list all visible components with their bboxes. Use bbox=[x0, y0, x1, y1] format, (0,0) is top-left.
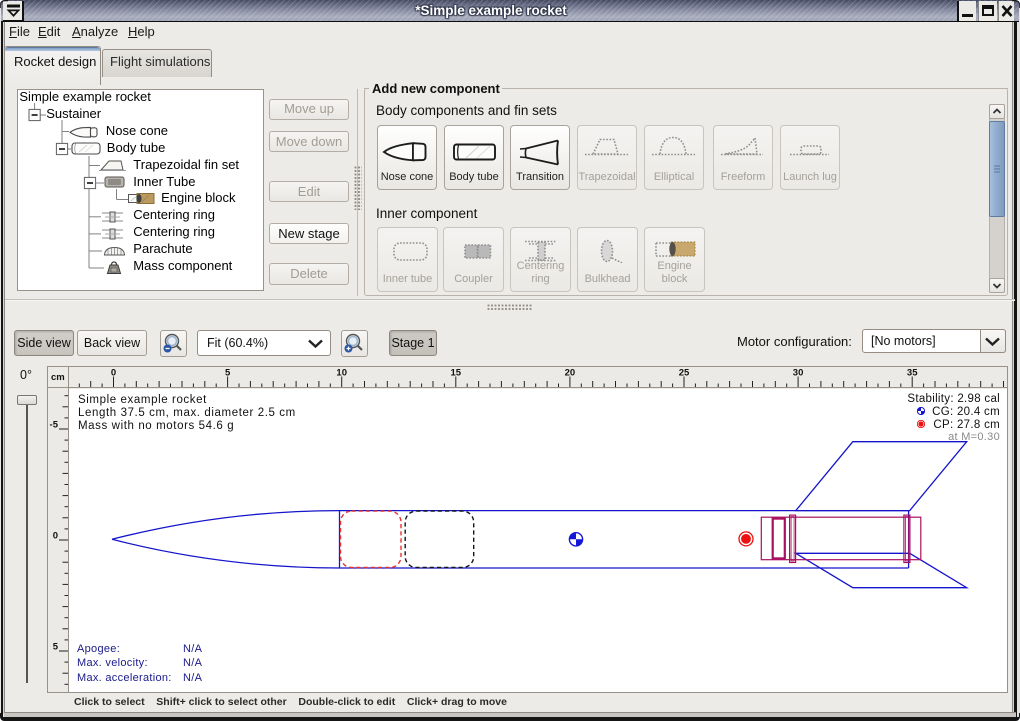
svg-text:25: 25 bbox=[679, 368, 690, 379]
svg-text:10: 10 bbox=[336, 368, 347, 379]
svg-text:5: 5 bbox=[53, 642, 59, 653]
svg-text:30: 30 bbox=[793, 368, 804, 379]
svg-text:0: 0 bbox=[53, 531, 58, 542]
svg-text:35: 35 bbox=[907, 368, 918, 379]
svg-text:0: 0 bbox=[111, 368, 116, 379]
svg-text:-5: -5 bbox=[50, 420, 59, 431]
svg-text:5: 5 bbox=[225, 368, 231, 379]
svg-text:20: 20 bbox=[565, 368, 576, 379]
svg-text:15: 15 bbox=[451, 368, 462, 379]
